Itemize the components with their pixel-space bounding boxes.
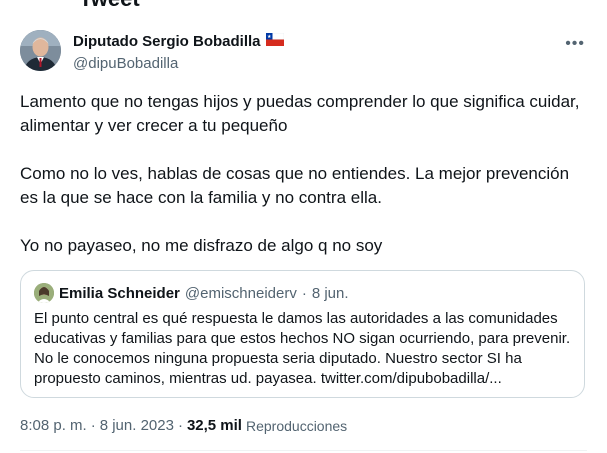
meta-separator: · [177,417,183,434]
tweet-paragraph: Como no lo ves, hablas de cosas que no e… [20,164,570,207]
quoted-author-handle: @emischneiderv [184,284,297,302]
divider [20,450,587,451]
page-header-title: Tweet [79,0,140,12]
quoted-author-avatar [34,283,54,303]
quoted-author-name: Emilia Schneider [59,284,180,302]
tweet-paragraph: Yo no payaseo, no me disfrazo de algo q … [20,236,383,255]
more-options-icon[interactable]: ••• [565,35,585,53]
tweet-body: Lamento que no tengas hijos y puedas com… [20,90,590,282]
tweet-meta: 8:08 p. m. · 8 jun. 2023 · 32,5 mil Repr… [20,417,347,434]
author-avatar[interactable] [20,30,61,71]
views-label[interactable]: Reproducciones [246,418,347,434]
quoted-tweet[interactable]: Emilia Schneider @emischneiderv · 8 jun.… [20,270,585,398]
author-handle[interactable]: @dipuBobadilla [73,55,284,73]
quoted-date: 8 jun. [311,284,349,302]
author-name[interactable]: Diputado Sergio Bobadilla [73,33,261,51]
tweet-time[interactable]: 8:08 p. m. [20,417,87,434]
quoted-tweet-text: El punto central es qué respuesta le dam… [34,310,571,387]
meta-separator: · [90,417,96,434]
chile-flag-icon [265,32,284,51]
tweet-date[interactable]: 8 jun. 2023 [100,417,174,434]
views-count: 32,5 mil [186,417,242,434]
quoted-separator: · [301,284,307,302]
tweet-paragraph: Lamento que no tengas hijos y puedas com… [20,92,580,135]
